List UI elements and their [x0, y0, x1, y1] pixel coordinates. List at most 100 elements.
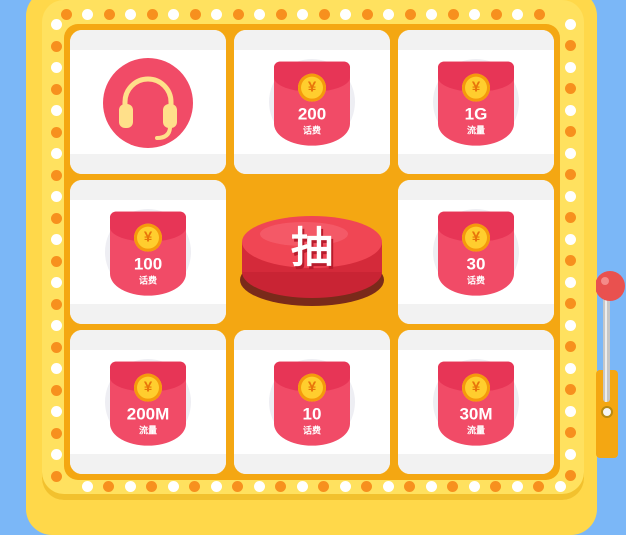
- cell-stripe: [398, 30, 554, 50]
- prize-amount: 200M: [126, 404, 170, 424]
- marquee-light: [50, 212, 62, 224]
- red-packet-icon: ¥ 200 话费: [274, 61, 350, 146]
- yen-coin-icon: ¥: [462, 73, 490, 102]
- prize-amount: 10: [302, 404, 322, 424]
- marquee-light: [564, 319, 576, 331]
- red-packet-icon: ¥ 200M 流量: [110, 361, 186, 446]
- prize-unit: 话费: [302, 425, 321, 436]
- marquee-light: [60, 8, 72, 20]
- yen-coin-icon: ¥: [134, 373, 162, 402]
- red-packet-icon: ¥ 1G 流量: [438, 61, 514, 146]
- marquee-light: [297, 8, 308, 20]
- prize-unit: 流量: [466, 125, 485, 136]
- marquee-light: [146, 480, 157, 492]
- prize-amount: 30: [466, 254, 486, 274]
- marquee-light: [564, 276, 576, 288]
- prize-board: ¥ 200 话费 ¥ 1G 流量 ¥ 100 话费 抽 ¥ 30 话费 ¥ 20…: [64, 24, 560, 480]
- marquee-light: [361, 480, 372, 492]
- yen-coin-icon: ¥: [462, 223, 490, 252]
- yen-coin-icon: ¥: [462, 373, 490, 402]
- prize-unit: 流量: [138, 425, 157, 436]
- yen-coin-icon: ¥: [134, 223, 162, 252]
- marquee-light: [189, 480, 200, 492]
- cell-stripe: [70, 154, 226, 174]
- marquee-light: [253, 480, 265, 492]
- marquee-light: [361, 8, 373, 20]
- marquee-light: [50, 341, 62, 353]
- marquee-light: [564, 427, 576, 438]
- marquee-light: [210, 480, 222, 492]
- red-packet-icon: ¥ 10 话费: [274, 361, 350, 446]
- marquee-light: [469, 8, 480, 20]
- prize-cell[interactable]: ¥ 30 话费: [398, 180, 554, 324]
- marquee-light: [211, 8, 222, 20]
- prize-cell[interactable]: ¥ 30M 流量: [398, 330, 554, 474]
- marquee-light: [50, 191, 62, 202]
- marquee-light: [564, 298, 576, 309]
- prize-cell[interactable]: ¥ 100 话费: [70, 180, 226, 324]
- red-packet-icon: ¥ 100 话费: [110, 211, 186, 296]
- machine-lever[interactable]: [595, 270, 626, 465]
- marquee-light: [511, 480, 523, 492]
- marquee-light: [50, 277, 62, 288]
- marquee-light: [382, 480, 394, 492]
- cell-stripe: [70, 180, 226, 200]
- prize-cell[interactable]: ¥ 1G 流量: [398, 30, 554, 174]
- marquee-light: [564, 470, 576, 481]
- prize-cell[interactable]: ¥ 200 话费: [234, 30, 390, 174]
- marquee-light: [275, 480, 286, 492]
- marquee-light: [564, 362, 576, 374]
- prize-amount: 1G: [464, 104, 488, 124]
- marquee-light: [81, 480, 93, 492]
- cell-stripe: [398, 304, 554, 324]
- marquee-light: [564, 255, 576, 266]
- marquee-light: [404, 480, 415, 492]
- marquee-light: [564, 18, 576, 30]
- marquee-light: [50, 320, 62, 331]
- marquee-light: [50, 255, 62, 267]
- marquee-light: [50, 298, 62, 310]
- prize-unit: 话费: [466, 275, 485, 286]
- draw-button-label: 抽: [290, 223, 333, 272]
- headset-badge: [103, 58, 193, 148]
- marquee-light: [50, 62, 62, 73]
- marquee-light: [50, 40, 62, 52]
- marquee-light: [512, 8, 523, 20]
- marquee-light: [146, 8, 158, 20]
- draw-button[interactable]: 抽: [234, 180, 390, 324]
- marquee-light: [82, 8, 93, 20]
- cell-stripe: [70, 30, 226, 50]
- marquee-light: [50, 148, 62, 159]
- marquee-light: [50, 126, 62, 138]
- cell-stripe: [234, 154, 390, 174]
- marquee-light: [50, 427, 62, 439]
- prize-cell[interactable]: ¥ 10 话费: [234, 330, 390, 474]
- marquee-light: [425, 480, 437, 492]
- marquee-light: [50, 384, 62, 396]
- prize-amount: 200: [297, 104, 327, 124]
- marquee-light: [404, 8, 416, 20]
- prize-cell-service[interactable]: [70, 30, 226, 174]
- yen-coin-icon: ¥: [298, 373, 326, 402]
- cell-stripe: [398, 330, 554, 350]
- prize-cell[interactable]: ¥ 200M 流量: [70, 330, 226, 474]
- marquee-light: [564, 341, 576, 352]
- headset-icon: [119, 76, 177, 140]
- cell-stripe: [398, 180, 554, 200]
- marquee-light: [490, 8, 502, 20]
- marquee-light: [564, 190, 576, 202]
- marquee-light: [50, 19, 62, 30]
- marquee-light: [564, 212, 576, 223]
- marquee-light: [554, 480, 566, 492]
- marquee-light: [564, 169, 576, 180]
- marquee-light: [50, 470, 62, 482]
- marquee-light: [275, 8, 287, 20]
- marquee-light: [125, 8, 136, 20]
- prize-unit: 话费: [138, 275, 157, 286]
- prize-unit: 话费: [302, 125, 321, 136]
- prize-amount: 100: [133, 254, 163, 274]
- cell-stripe: [234, 330, 390, 350]
- marquee-light: [564, 104, 576, 116]
- marquee-light: [564, 233, 576, 245]
- prize-unit: 流量: [466, 425, 485, 436]
